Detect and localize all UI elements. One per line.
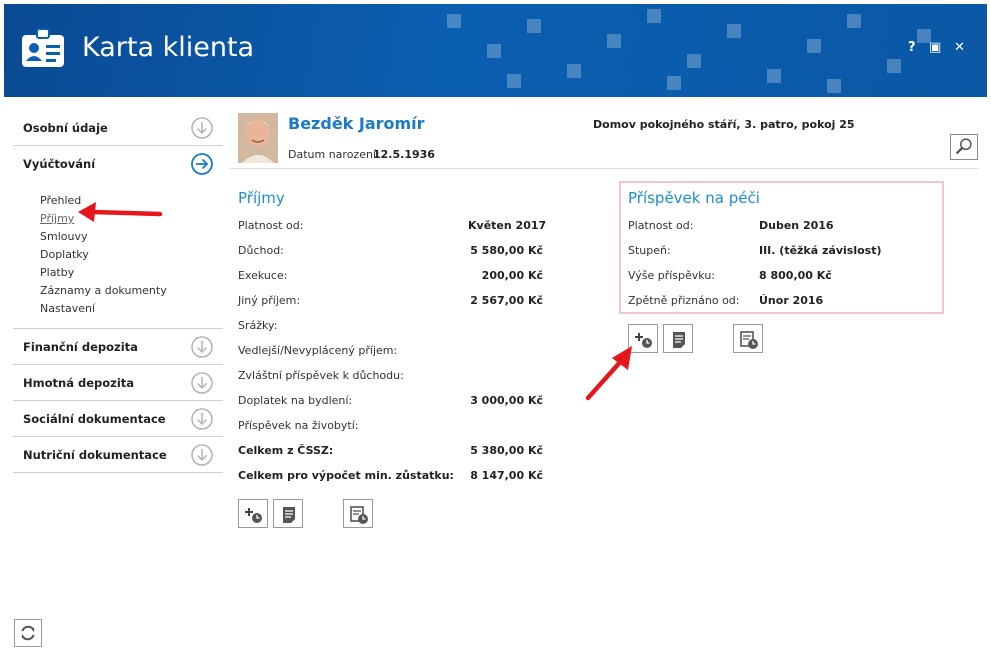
window-title: Karta klienta [82,32,255,63]
care-row-value: Únor 2016 [759,294,824,307]
submenu-item-nastaveni[interactable]: Nastavení [40,300,223,318]
care-row-label: Zpětně přiznáno od: [628,294,740,307]
search-icon [955,138,972,155]
care-allowance-title: Příspěvek na péči [628,189,760,207]
income-row-value: 5 380,00 Kč [470,444,543,457]
add-history-icon [245,508,262,523]
sidebar-item-label: Sociální dokumentace [23,412,166,426]
client-name: Bezděk Jaromír [288,114,425,133]
income-row-value: 2 567,00 Kč [470,294,543,307]
submenu-item-prehled[interactable]: Přehled [40,192,223,210]
care-row-label: Platnost od: [628,219,694,232]
refresh-icon [21,625,35,641]
income-row-label: Příspěvek na živobytí: [238,419,359,432]
care-allowance-history-button[interactable] [733,324,763,353]
care-row-value: Duben 2016 [759,219,834,232]
income-row-label: Srážky: [238,319,278,332]
sidebar-item-osobni-udaje[interactable]: Osobní údaje [13,110,223,146]
help-button[interactable]: ? [908,40,916,55]
income-row-label: Doplatek na bydlení: [238,394,353,407]
income-history-button[interactable] [343,499,373,528]
note-icon [673,332,685,348]
circle-arrow-down-icon [191,117,213,139]
circle-arrow-down-icon [191,372,213,394]
circle-arrow-down-icon [191,336,213,358]
submenu-item-zaznamy-a-dokumenty[interactable]: Záznamy a dokumenty [40,282,223,300]
close-button[interactable]: ✕ [954,40,965,55]
income-row-value: Květen 2017 [468,219,547,232]
history-list-icon [350,506,368,524]
sidebar-item-label: Vyúčtování [23,157,96,171]
client-address: Domov pokojného stáří, 3. patro, pokoj 2… [593,118,855,131]
sidebar-item-nutricni-dokumentace[interactable]: Nutriční dokumentace [13,437,223,473]
sidebar-item-label: Nutriční dokumentace [23,448,167,462]
income-row-value: 3 000,00 Kč [470,394,543,407]
add-care-allowance-button[interactable] [628,324,658,353]
income-row-label: Důchod: [238,244,284,257]
title-bar: Karta klienta ? ▣ ✕ [4,4,987,97]
header-pattern [447,9,931,93]
income-row-label: Vedlejší/Nevyplácený příjem: [238,344,398,357]
client-card-icon [22,28,64,67]
care-row-label: Stupeň: [628,244,671,257]
search-button[interactable] [950,134,978,160]
income-title: Příjmy [238,189,285,207]
care-allowance-note-button[interactable] [663,324,693,353]
submenu-item-prijmy[interactable]: Příjmy [40,210,223,228]
care-row-value: III. (těžká závislost) [759,244,882,257]
dob-label: Datum narození: [288,148,380,161]
income-row-value: 8 147,00 Kč [470,469,543,482]
care-row-label: Výše příspěvku: [628,269,715,282]
sidebar-item-hmotna-depozita[interactable]: Hmotná depozita [13,365,223,401]
circle-arrow-down-icon [191,444,213,466]
submenu-item-doplatky[interactable]: Doplatky [40,246,223,264]
submenu-item-smlouvy[interactable]: Smlouvy [40,228,223,246]
add-income-button[interactable] [238,499,268,528]
income-row-label: Platnost od: [238,219,304,232]
history-list-icon [740,331,758,349]
income-row-label: Exekuce: [238,269,288,282]
refresh-button[interactable] [14,619,42,647]
maximize-button[interactable]: ▣ [929,40,941,55]
sidebar-item-vyuctovani[interactable]: Vyúčtování [13,146,223,182]
divider [229,168,979,169]
sidebar: Osobní údaje Vyúčtování Přehled Příjmy S… [13,110,223,473]
vyuctovani-submenu: Přehled Příjmy Smlouvy Doplatky Platby Z… [13,182,223,329]
circle-arrow-right-icon [191,153,213,175]
income-row-value: 200,00 Kč [481,269,543,282]
income-row-label: Celkem z ČSSZ: [238,444,334,457]
client-photo [238,113,278,163]
note-icon [283,507,295,523]
circle-arrow-down-icon [191,408,213,430]
sidebar-item-financni-depozita[interactable]: Finanční depozita [13,329,223,365]
add-history-icon [635,333,652,348]
income-row-value: 5 580,00 Kč [470,244,543,257]
sidebar-item-socialni-dokumentace[interactable]: Sociální dokumentace [13,401,223,437]
sidebar-item-label: Finanční depozita [23,340,138,354]
sidebar-item-label: Hmotná depozita [23,376,135,390]
income-note-button[interactable] [273,499,303,528]
submenu-item-platby[interactable]: Platby [40,264,223,282]
sidebar-item-label: Osobní údaje [23,121,108,135]
income-row-label: Jiný příjem: [238,294,301,307]
dob-value: 12.5.1936 [373,148,435,161]
income-row-label: Zvláštní příspěvek k důchodu: [238,369,404,382]
care-row-value: 8 800,00 Kč [759,269,832,282]
